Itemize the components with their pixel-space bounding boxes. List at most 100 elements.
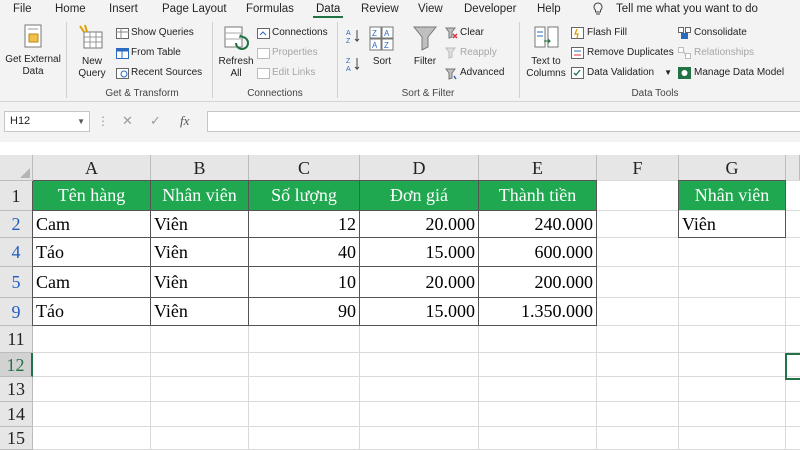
table-cell[interactable]: Viên xyxy=(151,238,248,266)
reapply-button[interactable]: Reapply xyxy=(460,47,497,58)
table-header-cell[interactable]: Số lượng xyxy=(249,181,359,210)
table-cell[interactable]: 20.000 xyxy=(360,211,478,237)
table-header-cell[interactable]: Đơn giá xyxy=(360,181,478,210)
data-validation-button[interactable]: Data Validation ▼ xyxy=(587,67,672,78)
tab-page-layout[interactable]: Page Layout xyxy=(162,0,227,18)
tab-help[interactable]: Help xyxy=(537,0,561,18)
chevron-down-icon[interactable]: ▼ xyxy=(77,112,85,131)
table-cell[interactable]: Viên xyxy=(151,267,248,297)
tab-data[interactable]: Data xyxy=(312,0,344,18)
remove-duplicates-button[interactable]: Remove Duplicates xyxy=(587,47,674,58)
column-header-e[interactable]: E xyxy=(479,155,597,181)
column-header-c[interactable]: C xyxy=(249,155,360,181)
name-box-value: H12 xyxy=(10,115,31,127)
table-header-cell[interactable]: Thành tiền xyxy=(479,181,596,210)
table-cell[interactable]: 40 xyxy=(249,238,359,266)
table-cell[interactable]: Viên xyxy=(151,298,248,325)
show-queries-button[interactable]: Show Queries xyxy=(131,27,194,38)
row-header-9[interactable]: 9 xyxy=(0,298,33,326)
table-icon xyxy=(116,48,129,59)
table-header-cell[interactable]: Nhân viên xyxy=(151,181,248,210)
chevron-down-icon: ▼ xyxy=(664,68,673,77)
consolidate-button[interactable]: Consolidate xyxy=(694,27,747,38)
connections-icon xyxy=(257,28,270,39)
cancel-icon[interactable]: ✕ xyxy=(122,113,133,129)
row-header-4[interactable]: 4 xyxy=(0,238,33,267)
table-cell[interactable]: Cam xyxy=(33,211,150,237)
table-cell[interactable]: Táo xyxy=(33,298,150,325)
tab-home[interactable]: Home xyxy=(55,0,86,18)
column-header-d[interactable]: D xyxy=(360,155,479,181)
criteria-header-cell[interactable]: Nhân viên xyxy=(679,181,785,210)
flash-fill-button[interactable]: Flash Fill xyxy=(587,27,627,38)
criteria-value-cell[interactable]: Viên xyxy=(679,211,785,237)
svg-text:A: A xyxy=(372,41,378,50)
table-cell[interactable]: 90 xyxy=(249,298,359,325)
tab-insert[interactable]: Insert xyxy=(109,0,138,18)
separator xyxy=(66,22,67,98)
column-header-a[interactable]: A xyxy=(33,155,151,181)
table-cell[interactable]: 240.000 xyxy=(479,211,596,237)
column-header-h[interactable] xyxy=(786,155,800,181)
advanced-filter-icon xyxy=(445,68,457,80)
select-all-button[interactable] xyxy=(0,155,33,181)
enter-icon[interactable]: ✓ xyxy=(150,113,161,129)
tab-developer[interactable]: Developer xyxy=(464,0,516,18)
tab-file[interactable]: File xyxy=(13,0,32,18)
edit-links-icon xyxy=(257,68,270,79)
more-options-icon[interactable]: ⋮ xyxy=(97,114,109,128)
row-header-13[interactable]: 13 xyxy=(0,377,33,402)
row-header-14[interactable]: 14 xyxy=(0,402,33,427)
table-cell[interactable]: Táo xyxy=(33,238,150,266)
manage-data-model-button[interactable]: Manage Data Model xyxy=(694,67,784,78)
row-header-1[interactable]: 1 xyxy=(0,181,33,211)
row-header-12[interactable]: 12 xyxy=(0,353,33,377)
column-header-f[interactable]: F xyxy=(597,155,679,181)
row-header-2[interactable]: 2 xyxy=(0,211,33,238)
tab-view[interactable]: View xyxy=(418,0,443,18)
worksheet-grid: A B C D E F G 1 2 4 5 9 11 12 13 14 15 Tên hàng Nhân viên S… xyxy=(0,155,800,450)
sort-a-to-z-icon: AZ xyxy=(346,30,360,44)
properties-button[interactable]: Properties xyxy=(272,47,318,58)
table-cell[interactable]: Cam xyxy=(33,267,150,297)
clear-button[interactable]: Clear xyxy=(460,27,484,38)
table-cell[interactable]: 15.000 xyxy=(360,238,478,266)
table-cell[interactable]: 12 xyxy=(249,211,359,237)
group-label-get-transform: Get & Transform xyxy=(105,88,179,99)
table-cell[interactable]: 15.000 xyxy=(360,298,478,325)
data-validation-label: Data Validation xyxy=(587,67,655,78)
column-header-g[interactable]: G xyxy=(679,155,786,181)
name-box[interactable]: H12 ▼ xyxy=(4,111,90,132)
table-cell[interactable]: 1.350.000 xyxy=(479,298,596,325)
advanced-button[interactable]: Advanced xyxy=(460,67,504,78)
table-cell[interactable]: 600.000 xyxy=(479,238,596,266)
connections-button[interactable]: Connections xyxy=(272,27,328,38)
formula-input[interactable] xyxy=(207,111,800,132)
table-header-cell[interactable]: Tên hàng xyxy=(33,181,150,210)
row-header-11[interactable]: 11 xyxy=(0,326,33,353)
table-cell[interactable]: 20.000 xyxy=(360,267,478,297)
table-border xyxy=(33,266,597,267)
table-cell[interactable]: 200.000 xyxy=(479,267,596,297)
tab-review[interactable]: Review xyxy=(361,0,399,18)
new-query-icon xyxy=(79,24,103,49)
edit-links-button[interactable]: Edit Links xyxy=(272,67,315,78)
table-border xyxy=(248,181,249,326)
recent-sources-button[interactable]: Recent Sources xyxy=(131,67,202,78)
tab-formulas[interactable]: Formulas xyxy=(246,0,294,18)
table-cell[interactable]: Viên xyxy=(151,211,248,237)
column-header-b[interactable]: B xyxy=(151,155,249,181)
table-border xyxy=(33,237,597,238)
relationships-button[interactable]: Relationships xyxy=(694,47,754,58)
active-cell-h12[interactable] xyxy=(785,353,800,380)
remove-duplicates-icon xyxy=(571,47,584,59)
row-header-5[interactable]: 5 xyxy=(0,267,33,298)
row-header-15[interactable]: 15 xyxy=(0,427,33,450)
svg-text:Z: Z xyxy=(346,38,351,44)
flash-fill-icon xyxy=(571,27,584,39)
table-border xyxy=(32,181,33,326)
from-table-button[interactable]: From Table xyxy=(131,47,181,58)
insert-function-icon[interactable]: fx xyxy=(180,113,189,129)
get-external-data-label: Get External Data xyxy=(5,54,61,77)
table-cell[interactable]: 10 xyxy=(249,267,359,297)
